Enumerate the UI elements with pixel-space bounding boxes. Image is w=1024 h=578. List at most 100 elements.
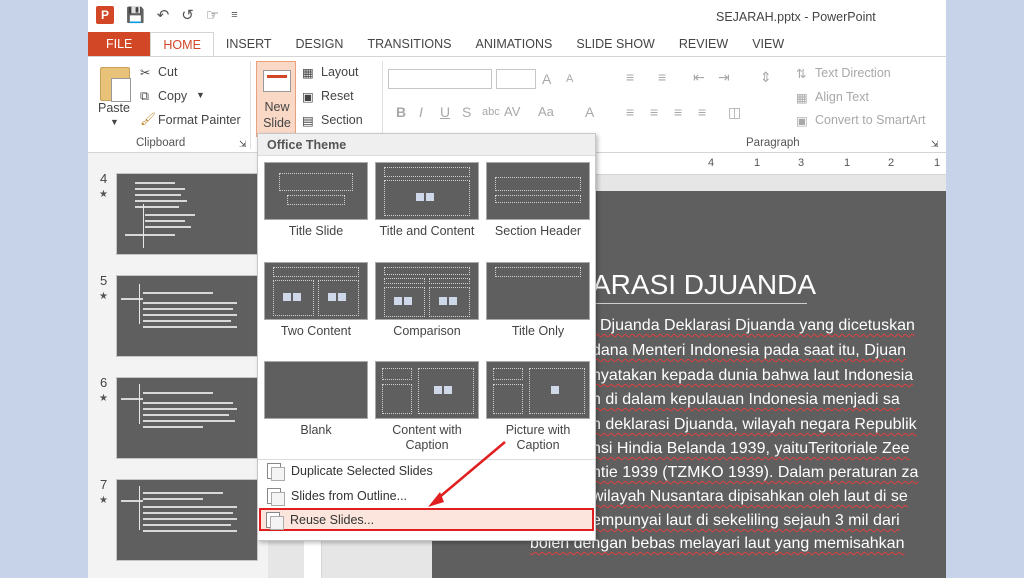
slide-number: 5: [100, 273, 108, 288]
title-underline: [592, 303, 807, 304]
slide-thumbnail-7[interactable]: [116, 479, 258, 561]
slide-body-line[interactable]: empunyai laut di sekeliling sejauh 3 mil…: [592, 512, 900, 530]
office-theme-header: Office Theme: [258, 134, 595, 156]
italic-button[interactable]: I: [419, 104, 423, 120]
customize-icon[interactable]: ≡: [231, 9, 237, 21]
copy-icon: ⧉: [140, 89, 149, 103]
layout-title-slide[interactable]: Title Slide: [264, 162, 368, 239]
columns-icon[interactable]: ◫: [728, 104, 741, 121]
numbering-icon[interactable]: ≡: [658, 69, 666, 85]
layout-title-and-content[interactable]: Title and Content: [375, 162, 479, 239]
tab-home[interactable]: HOME: [150, 32, 214, 57]
layout-two-content[interactable]: Two Content: [264, 262, 368, 339]
new-slide-label-1: New: [264, 100, 290, 114]
layout-label: Content with Caption: [392, 423, 462, 452]
change-case-button[interactable]: Aa: [538, 104, 554, 119]
tab-transitions[interactable]: TRANSITIONS: [355, 32, 463, 57]
grow-font-button[interactable]: A: [542, 71, 551, 87]
tab-file[interactable]: FILE: [88, 32, 151, 57]
tab-insert[interactable]: INSERT: [214, 32, 284, 57]
slide-title[interactable]: ARASI DJUANDA: [592, 269, 816, 301]
align-right-icon[interactable]: ≡: [674, 104, 682, 120]
slide-body-line[interactable]: n di dalam kepulauan Indonesia menjadi s…: [592, 391, 900, 409]
slides-outline-label: Slides from Outline...: [291, 488, 408, 503]
tab-slide-show[interactable]: SLIDE SHOW: [564, 32, 667, 57]
tab-review[interactable]: REVIEW: [667, 32, 740, 57]
reuse-slides-item[interactable]: Reuse Slides...: [259, 508, 594, 531]
layout-title-only[interactable]: Title Only: [486, 262, 590, 339]
animation-star-icon: ★: [99, 291, 108, 302]
font-name-combobox[interactable]: [388, 69, 492, 89]
layout-comparison[interactable]: Comparison: [375, 262, 479, 339]
format-painter-button[interactable]: Format Painter: [158, 113, 241, 127]
slide-thumbnail-5[interactable]: [116, 275, 258, 357]
reset-button[interactable]: Reset: [321, 89, 354, 103]
layout-label: Title and Content: [379, 224, 475, 238]
layout-button[interactable]: Layout: [321, 65, 359, 79]
justify-icon[interactable]: ≡: [698, 104, 706, 120]
slide-thumbnail-4[interactable]: [116, 173, 258, 255]
slides-from-outline-item[interactable]: Slides from Outline...: [262, 484, 591, 507]
new-slide-button[interactable]: New Slide: [256, 61, 296, 137]
layout-blank[interactable]: Blank: [264, 361, 368, 438]
tab-view[interactable]: VIEW: [740, 32, 796, 57]
layout-section-header[interactable]: Section Header: [486, 162, 590, 239]
clipboard-launcher-icon[interactable]: ⇲: [239, 139, 247, 150]
layout-label: Two Content: [280, 324, 352, 338]
font-color-button[interactable]: A: [585, 104, 594, 120]
layout-content-with-caption[interactable]: Content with Caption: [375, 361, 479, 453]
slide-body-line[interactable]: n deklarasi Djuanda, wilayah negara Repu…: [592, 416, 917, 434]
paste-button[interactable]: Paste: [98, 101, 130, 115]
ruler-mark: 4: [708, 157, 715, 169]
duplicate-selected-slides-item[interactable]: Duplicate Selected Slides: [262, 459, 591, 482]
smartart-icon: ▣: [796, 114, 808, 128]
ruler-mark: 1: [934, 157, 941, 169]
strikethrough-button[interactable]: S: [462, 104, 471, 120]
paragraph-launcher-icon[interactable]: ⇲: [931, 139, 939, 150]
align-center-icon[interactable]: ≡: [650, 104, 658, 120]
text-shadow-button[interactable]: abc: [482, 106, 500, 118]
section-icon: ▤: [302, 114, 314, 128]
slide-body-line[interactable]: wilayah Nusantara dipisahkan oleh laut d…: [592, 488, 908, 506]
ruler-mark: 3: [798, 157, 805, 169]
slide-body-line[interactable]: i Djuanda Deklarasi Djuanda yang dicetus…: [592, 317, 915, 335]
slide-body-line[interactable]: dana Menteri Indonesia pada saat itu, Dj…: [592, 342, 906, 360]
slide-body-line[interactable]: nyatakan kepada dunia bahwa laut Indones…: [592, 367, 913, 385]
section-button[interactable]: Section: [321, 113, 363, 127]
character-spacing-button[interactable]: AV: [504, 104, 520, 119]
slide-number: 7: [100, 477, 108, 492]
paste-dropdown-icon[interactable]: ▼: [110, 117, 119, 127]
slide-thumbnail-6[interactable]: [116, 377, 258, 459]
save-icon[interactable]: 💾: [126, 6, 145, 24]
copy-dropdown-icon[interactable]: ▼: [196, 90, 205, 100]
animation-star-icon: ★: [99, 189, 108, 200]
decrease-indent-icon[interactable]: ⇤: [693, 69, 705, 86]
underline-button[interactable]: U: [440, 104, 450, 120]
convert-to-smartart-button[interactable]: Convert to SmartArt: [815, 113, 925, 127]
tab-animations[interactable]: ANIMATIONS: [464, 32, 565, 57]
tab-design[interactable]: DESIGN: [284, 32, 356, 57]
touch-icon[interactable]: ☞: [206, 6, 219, 24]
cut-button[interactable]: Cut: [158, 65, 177, 79]
undo-icon[interactable]: ↶: [157, 6, 170, 24]
reuse-slides-label: Reuse Slides...: [290, 512, 375, 527]
bullets-icon[interactable]: ≡: [626, 69, 634, 85]
text-direction-icon: ⇅: [796, 67, 807, 81]
align-left-icon[interactable]: ≡: [626, 104, 634, 120]
redo-icon[interactable]: ↺: [181, 6, 194, 24]
copy-button[interactable]: Copy: [158, 89, 187, 103]
duplicate-slides-icon: [267, 462, 285, 481]
shrink-font-button[interactable]: A: [566, 73, 573, 85]
increase-indent-icon[interactable]: ⇥: [718, 69, 730, 86]
layout-picture-with-caption[interactable]: Picture with Caption: [486, 361, 590, 453]
align-text-button[interactable]: Align Text: [815, 90, 869, 104]
paste-icon[interactable]: [100, 67, 131, 102]
quick-access-toolbar: P 💾 ↶ ↺ ☞ ≡: [96, 6, 238, 24]
font-size-combobox[interactable]: [496, 69, 536, 89]
line-spacing-icon[interactable]: ⇕: [760, 69, 772, 86]
text-direction-button[interactable]: Text Direction: [815, 66, 891, 80]
slide-body-line[interactable]: nsi Hindia Belanda 1939, yaituTeritorial…: [592, 440, 910, 458]
ruler-mark: 1: [844, 157, 851, 169]
bold-button[interactable]: B: [396, 104, 406, 120]
slide-body-line[interactable]: ntie 1939 (TZMKO 1939). Dalam peraturan …: [592, 464, 918, 482]
